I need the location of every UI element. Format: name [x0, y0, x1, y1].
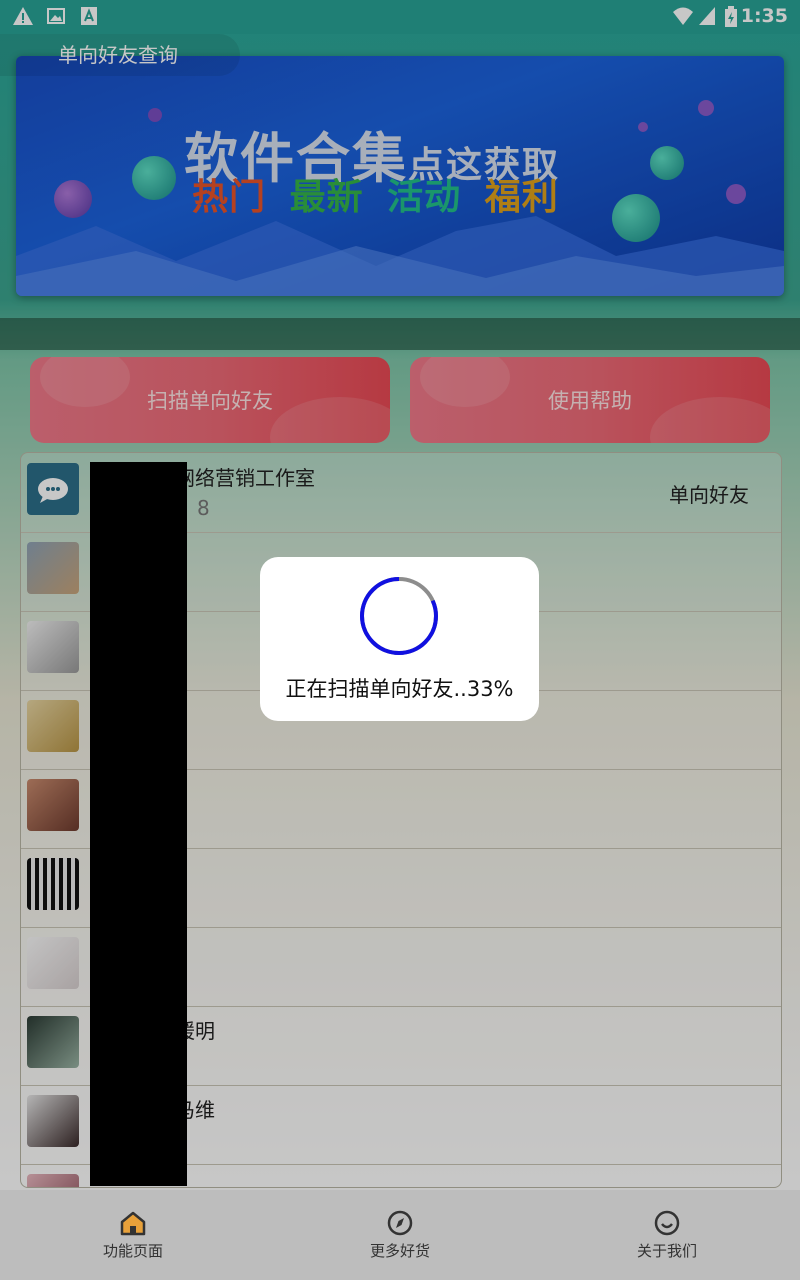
bottom-navigation: 功能页面 更多好货 关于我们: [0, 1190, 800, 1280]
nav-item-home[interactable]: 功能页面: [63, 1210, 203, 1261]
nav-item-about[interactable]: 关于我们: [597, 1210, 737, 1261]
loading-spinner-icon: [360, 577, 438, 655]
smiley-icon: [654, 1210, 680, 1236]
nav-item-more-goods[interactable]: 更多好货: [330, 1210, 470, 1261]
nav-label: 功能页面: [102, 1242, 163, 1260]
nav-label: 更多好货: [369, 1242, 430, 1260]
progress-dialog: 正在扫描单向好友..33%: [260, 557, 539, 721]
progress-message: 正在扫描单向好友..33%: [285, 677, 514, 701]
compass-icon: [387, 1210, 413, 1236]
home-icon: [120, 1211, 146, 1236]
nav-label: 关于我们: [636, 1242, 697, 1260]
